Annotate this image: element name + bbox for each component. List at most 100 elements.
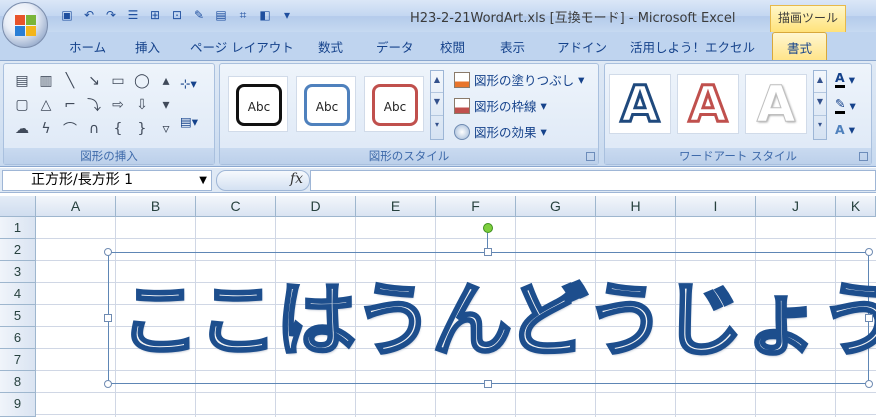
dialog-launcher-icon[interactable]	[586, 152, 595, 161]
column-header-h[interactable]: H	[596, 196, 676, 217]
text-effects-icon[interactable]: A ▾	[835, 122, 855, 137]
row-header-9[interactable]: 9	[0, 393, 36, 417]
column-header-g[interactable]: G	[516, 196, 596, 217]
tab-page-layout[interactable]: ページ レイアウト	[190, 37, 294, 56]
vertical-textbox-icon[interactable]: ▥	[34, 69, 58, 93]
dialog-launcher-icon[interactable]	[859, 152, 868, 161]
rectangle-icon[interactable]: ▭	[106, 69, 130, 93]
textbox-insert-icon[interactable]: ▤▾	[180, 114, 198, 129]
resize-handle-left[interactable]	[104, 314, 112, 322]
row-header-4[interactable]: 4	[0, 283, 36, 305]
shape-effects-button[interactable]: 図形の効果 ▾	[454, 122, 547, 141]
line-icon[interactable]: ╲	[58, 69, 82, 93]
row-header-3[interactable]: 3	[0, 261, 36, 283]
tab-view[interactable]: 表示	[500, 37, 525, 56]
row-header-2[interactable]: 2	[0, 239, 36, 261]
chevron-down-icon[interactable]: ▼	[199, 171, 207, 190]
rotation-handle[interactable]	[483, 223, 493, 233]
resize-handle-right[interactable]	[865, 314, 873, 322]
crop-icon[interactable]: ⌗	[234, 6, 252, 24]
shape-more-icon[interactable]: ▿	[154, 117, 178, 141]
tab-insert[interactable]: 挿入	[135, 37, 160, 56]
resize-handle-top-right[interactable]	[865, 248, 873, 256]
shape-style-red[interactable]: Abc	[364, 76, 424, 132]
shape-outline-button[interactable]: 図形の枠線 ▾	[454, 96, 547, 115]
scribble-icon[interactable]: ϟ	[34, 117, 58, 141]
triangle-icon[interactable]: △	[34, 93, 58, 117]
shape-style-blue[interactable]: Abc	[296, 76, 356, 132]
column-header-i[interactable]: I	[676, 196, 756, 217]
column-header-j[interactable]: J	[756, 196, 836, 217]
group-icon[interactable]: ⊞	[146, 6, 164, 24]
tab-review[interactable]: 校閲	[440, 37, 465, 56]
row-header-1[interactable]: 1	[0, 217, 36, 239]
shape-style-black-sample: Abc	[236, 84, 282, 126]
undo-icon[interactable]: ↶	[80, 6, 98, 24]
column-header-d[interactable]: D	[276, 196, 356, 217]
resize-handle-top-left[interactable]	[104, 248, 112, 256]
column-header-k[interactable]: K	[836, 196, 876, 217]
shape-scroll-down-icon[interactable]: ▾	[154, 93, 178, 117]
text-outline-icon[interactable]: ✎ ▾	[835, 96, 856, 114]
wordart-text[interactable]: ここはうんどうじょう	[119, 262, 876, 380]
select-all-corner[interactable]	[0, 196, 36, 217]
tab-home[interactable]: ホーム	[69, 37, 106, 56]
name-box[interactable]: 正方形/長方形 1 ▼	[2, 170, 212, 191]
tab-formulas[interactable]: 数式	[318, 37, 343, 56]
save-icon[interactable]: ▣	[58, 6, 76, 24]
redo-icon[interactable]: ↷	[102, 6, 120, 24]
tab-format[interactable]: 書式	[772, 32, 828, 60]
rounded-rect-icon[interactable]: ▢	[10, 93, 34, 117]
tab-utilize-excel[interactable]: 活用しよう！エクセル	[630, 37, 755, 56]
right-arrow-icon[interactable]: ⇨	[106, 93, 130, 117]
elbow-connector-icon[interactable]: ⌐	[58, 93, 82, 117]
fill-icon[interactable]: ◧	[256, 6, 274, 24]
formula-input[interactable]	[310, 170, 876, 191]
resize-handle-bottom-right[interactable]	[865, 380, 873, 388]
wordart-style-blue[interactable]: A	[609, 74, 671, 135]
wordart-gallery-scroll[interactable]: ▲ ▼ ▾	[813, 70, 827, 140]
freeform-icon[interactable]: ☁	[10, 117, 34, 141]
arrow-line-icon[interactable]: ↘	[82, 69, 106, 93]
textbox-icon[interactable]: ▤	[10, 69, 34, 93]
row-header-6[interactable]: 6	[0, 327, 36, 349]
oval-icon[interactable]: ◯	[130, 69, 154, 93]
text-fill-icon[interactable]: A ▾	[835, 70, 855, 88]
column-header-b[interactable]: B	[116, 196, 196, 217]
group-wordart-styles-label: ワードアート スタイル	[605, 148, 871, 164]
shape-style-gallery-scroll[interactable]: ▲ ▼ ▾	[430, 70, 444, 140]
shapes-icon[interactable]: ⊡	[168, 6, 186, 24]
curve-icon[interactable]: ∩	[82, 117, 106, 141]
right-brace-icon[interactable]: }	[130, 117, 154, 141]
column-header-f[interactable]: F	[436, 196, 516, 217]
shape-scroll-up-icon[interactable]: ▴	[154, 69, 178, 93]
tab-data[interactable]: データ	[376, 37, 414, 56]
edit-shape-icon[interactable]: ⊹▾	[180, 76, 197, 91]
column-header-c[interactable]: C	[196, 196, 276, 217]
arc-icon[interactable]: ⌒	[58, 117, 82, 141]
title-bar: ▣ ↶ ↷ ☰ ⊞ ⊡ ✎ ▤ ⌗ ◧ ▾ H23-2-21WordArt.xl…	[0, 0, 876, 32]
down-arrow-icon[interactable]: ⇩	[130, 93, 154, 117]
row-header-7[interactable]: 7	[0, 349, 36, 371]
resize-handle-top[interactable]	[484, 248, 492, 256]
format-icon[interactable]: ▤	[212, 6, 230, 24]
tab-addins[interactable]: アドイン	[557, 37, 607, 56]
row-header-8[interactable]: 8	[0, 371, 36, 393]
left-brace-icon[interactable]: {	[106, 117, 130, 141]
window-title: H23-2-21WordArt.xls [互換モード] - Microsoft …	[410, 11, 736, 26]
row-header-5[interactable]: 5	[0, 305, 36, 327]
office-button[interactable]	[2, 2, 48, 48]
customize-icon[interactable]: ▾	[278, 6, 296, 24]
edit-icon[interactable]: ✎	[190, 6, 208, 24]
shape-style-black[interactable]: Abc	[228, 76, 288, 132]
insert-function-icon[interactable]: fx	[290, 171, 303, 187]
wordart-style-red[interactable]: A	[677, 74, 739, 135]
elbow-arrow-icon[interactable]: ⤵	[82, 93, 106, 117]
column-header-e[interactable]: E	[356, 196, 436, 217]
resize-handle-bottom-left[interactable]	[104, 380, 112, 388]
wordart-style-white[interactable]: A	[745, 74, 807, 134]
align-icon[interactable]: ☰	[124, 6, 142, 24]
resize-handle-bottom[interactable]	[484, 380, 492, 388]
shape-fill-button[interactable]: 図形の塗りつぶし ▾	[454, 70, 584, 89]
column-header-a[interactable]: A	[36, 196, 116, 217]
